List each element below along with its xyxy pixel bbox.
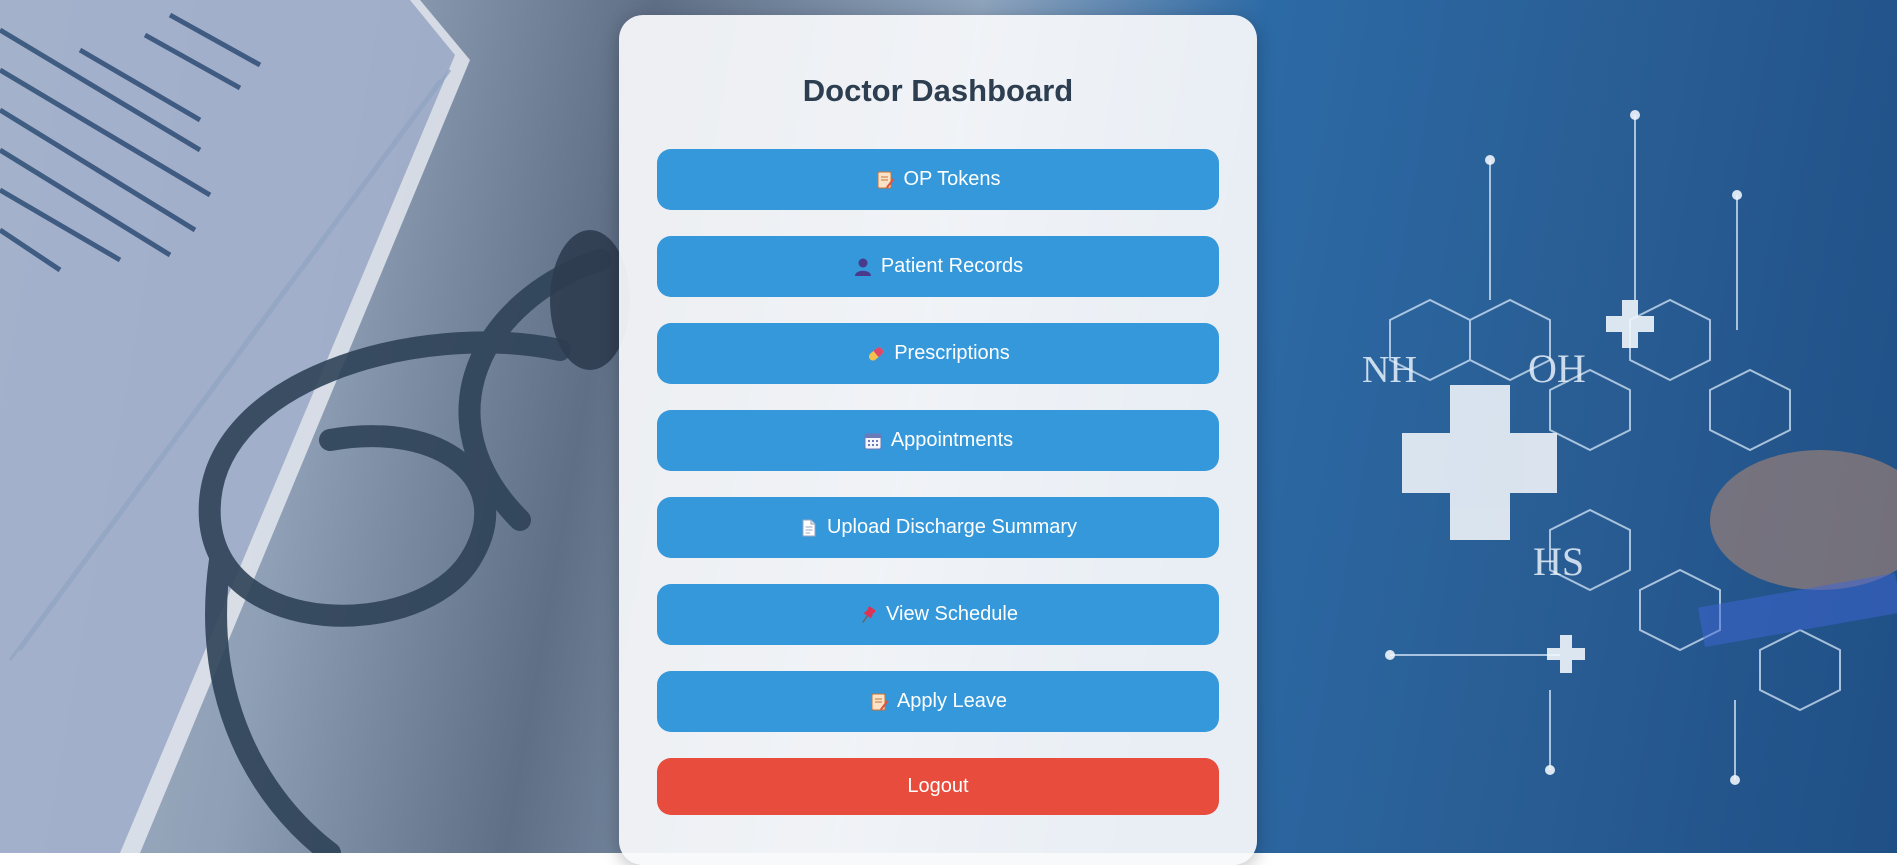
person-icon <box>853 257 873 277</box>
prescriptions-label: Prescriptions <box>894 342 1010 364</box>
document-icon <box>799 518 819 538</box>
calendar-icon <box>863 431 883 451</box>
op-tokens-label: OP Tokens <box>903 168 1001 190</box>
op-tokens-button[interactable]: OP Tokens <box>657 149 1219 210</box>
memo-icon <box>869 692 889 712</box>
appointments-button[interactable]: Appointments <box>657 410 1219 471</box>
svg-text:HS: HS <box>1533 539 1584 584</box>
patient-records-button[interactable]: Patient Records <box>657 236 1219 297</box>
patient-records-label: Patient Records <box>880 255 1024 277</box>
prescriptions-button[interactable]: Prescriptions <box>657 323 1219 384</box>
upload-discharge-summary-button[interactable]: Upload Discharge Summary <box>657 497 1219 558</box>
pill-icon <box>866 344 886 364</box>
dashboard-card: Doctor Dashboard OP Tokens Patient Recor… <box>619 15 1257 865</box>
memo-icon <box>875 170 895 190</box>
svg-text:OH: OH <box>1528 346 1586 391</box>
upload-discharge-summary-label: Upload Discharge Summary <box>826 516 1078 538</box>
appointments-label: Appointments <box>890 429 1014 451</box>
logout-button[interactable]: Logout <box>657 758 1219 815</box>
pushpin-icon <box>858 605 878 625</box>
view-schedule-button[interactable]: View Schedule <box>657 584 1219 645</box>
view-schedule-label: View Schedule <box>886 603 1018 625</box>
svg-text:NH: NH <box>1362 349 1417 391</box>
apply-leave-button[interactable]: Apply Leave <box>657 671 1219 732</box>
page-title: Doctor Dashboard <box>802 73 1074 108</box>
apply-leave-label: Apply Leave <box>896 690 1008 712</box>
